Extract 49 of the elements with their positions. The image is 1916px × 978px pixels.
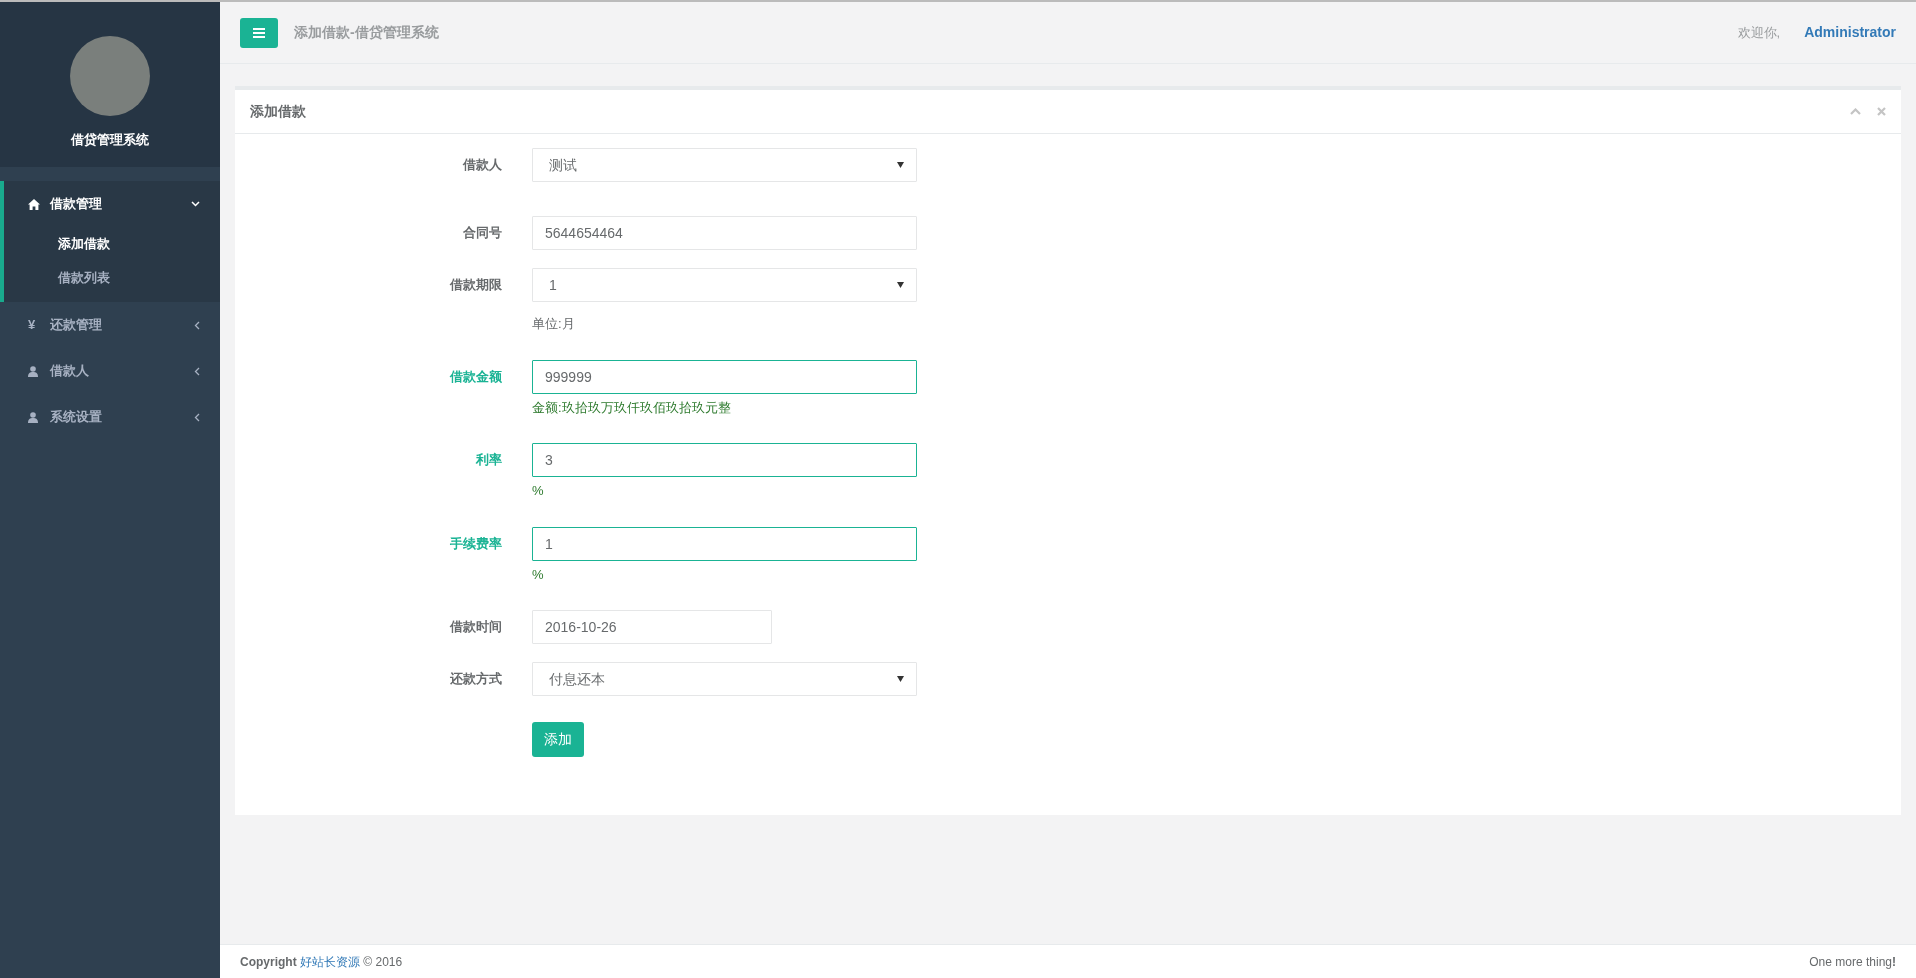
app-name: 借贷管理系统 bbox=[69, 130, 150, 149]
field-label: 利率 bbox=[475, 451, 503, 469]
field-label: 借款金额 bbox=[448, 367, 503, 386]
page-title: 添加借款-借贷管理系统 bbox=[294, 23, 439, 42]
chevron-down-icon bbox=[191, 201, 200, 207]
caret-icon bbox=[897, 282, 904, 288]
menu-item[interactable]: 系统设置 bbox=[0, 394, 220, 440]
panel-title: 添加借款 bbox=[250, 103, 307, 120]
field-label: 手续费率 bbox=[449, 534, 503, 553]
close-icon[interactable] bbox=[1877, 107, 1886, 116]
user-icon bbox=[28, 411, 38, 423]
menu-button[interactable] bbox=[240, 17, 278, 48]
help-text: 单位:月 bbox=[532, 315, 576, 333]
user-icon bbox=[28, 365, 38, 377]
input-field[interactable]: 1 bbox=[532, 526, 917, 561]
field-label: 合同号 bbox=[462, 224, 503, 242]
input-field[interactable]: 5644654464 bbox=[532, 216, 917, 250]
welcome-text: 欢迎你, bbox=[1737, 23, 1781, 42]
menu-item[interactable]: 借款人 bbox=[0, 348, 220, 394]
caret-icon bbox=[897, 162, 904, 168]
help-text: % bbox=[532, 482, 545, 500]
submenu-item[interactable]: 借款列表 bbox=[58, 260, 220, 294]
yen-icon: ¥ bbox=[28, 315, 36, 335]
select-field[interactable]: 测试 bbox=[532, 148, 917, 182]
menu-icon bbox=[253, 27, 265, 38]
menu-item[interactable]: ¥ 还款管理 bbox=[0, 302, 220, 348]
footer-link[interactable]: 好站长资源 bbox=[300, 954, 360, 969]
field-label: 借款时间 bbox=[448, 618, 503, 636]
date-field[interactable]: 2016-10-26 bbox=[532, 610, 772, 644]
collapse-icon[interactable] bbox=[1850, 108, 1861, 115]
field-label: 借款期限 bbox=[448, 276, 503, 294]
field-label: 借款人 bbox=[461, 156, 503, 174]
chevron-left-icon bbox=[194, 320, 200, 330]
home-icon bbox=[28, 198, 40, 210]
copyright-text: Copyright 好站长资源 © 2016 bbox=[240, 953, 403, 971]
footer-note: One more thing! bbox=[1809, 953, 1896, 971]
chevron-left-icon bbox=[194, 412, 200, 422]
input-field[interactable]: 3 bbox=[532, 443, 917, 477]
caret-icon bbox=[897, 676, 904, 682]
select-field[interactable]: 1 bbox=[532, 268, 917, 302]
input-field[interactable]: 999999 bbox=[532, 359, 917, 394]
select-field[interactable]: 付息还本 bbox=[532, 662, 917, 696]
user-link[interactable]: Administrator bbox=[1804, 22, 1896, 43]
help-text: % bbox=[532, 565, 545, 584]
field-label: 还款方式 bbox=[449, 670, 503, 688]
chevron-left-icon bbox=[194, 366, 200, 376]
menu-item[interactable]: 借款管理 bbox=[4, 181, 220, 227]
help-text: 金额:玖拾玖万玖仟玖佰玖拾玖元整 bbox=[532, 398, 732, 417]
submenu-item[interactable]: 添加借款 bbox=[58, 227, 220, 261]
